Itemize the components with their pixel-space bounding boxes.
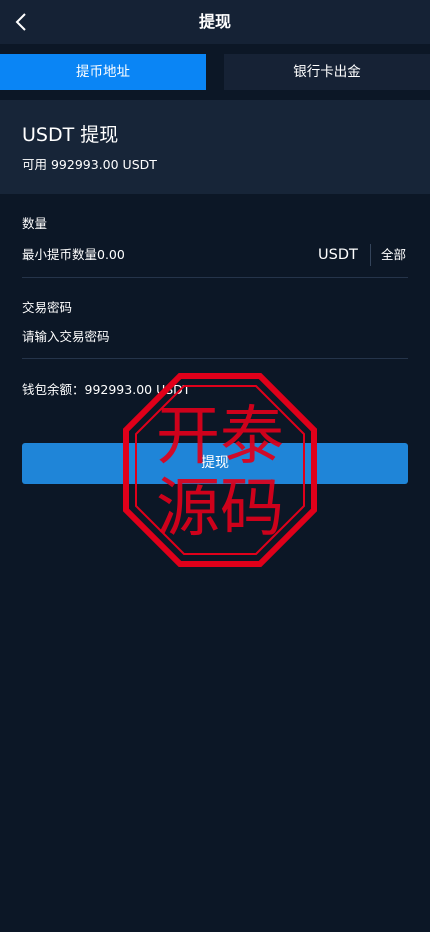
available-balance: 可用 992993.00 USDT [22,157,157,172]
withdraw-submit-button[interactable]: 提现 [22,443,408,484]
unit-divider [370,244,371,266]
trade-password-input[interactable] [22,324,408,348]
withdraw-all-button[interactable]: 全部 [381,245,406,265]
amount-divider [22,277,408,278]
trade-password-label: 交易密码 [22,300,73,315]
tab-withdraw-address[interactable]: 提币地址 [0,54,206,90]
header-bar: 提现 [0,0,430,44]
wallet-balance: 钱包余额：992993.00 USDT [22,382,191,397]
withdraw-currency-title: USDT 提现 [22,124,119,146]
page-title: 提现 [198,12,231,31]
amount-unit: USDT [318,247,358,263]
amount-label: 数量 [22,216,48,231]
tab-bank-card-withdraw[interactable]: 银行卡出金 [224,54,430,90]
tab-bar: 提币地址 银行卡出金 [0,54,430,90]
password-divider [22,358,408,359]
amount-input[interactable] [22,242,308,266]
